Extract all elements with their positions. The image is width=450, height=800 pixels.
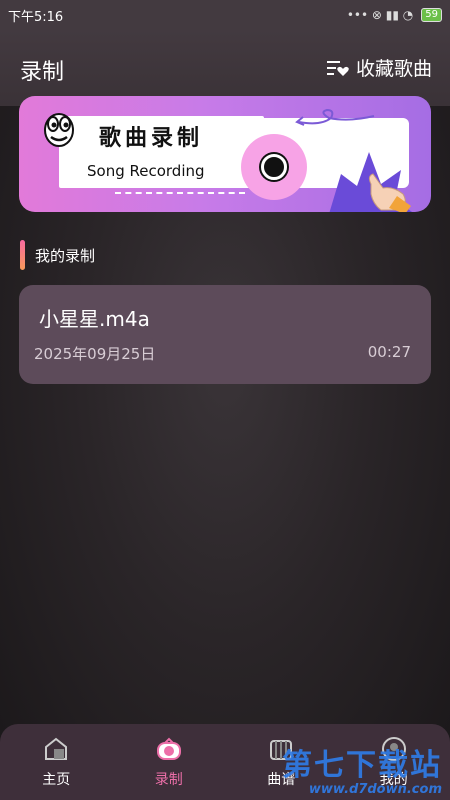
tab-home[interactable]: 主页: [11, 735, 101, 789]
recording-date: 2025年09月25日: [34, 345, 156, 363]
favorite-songs-label: 收藏歌曲: [355, 58, 432, 80]
swirl-arrow-icon: [295, 108, 375, 126]
banner-title: 歌曲录制: [99, 126, 204, 151]
status-bar: 下午5:16 ••• ⊗ ▮▮ ◔ 59: [0, 0, 450, 30]
smiley-face-icon: [44, 113, 74, 147]
tab-record[interactable]: 录制: [124, 735, 214, 789]
playlist-heart-icon: [326, 60, 349, 76]
recording-item[interactable]: 小星星.m4a 2025年09月25日 00:27: [19, 285, 431, 384]
pointing-hand-icon: [329, 152, 413, 212]
status-icons: ••• ⊗ ▮▮ ◔ 59: [347, 8, 442, 22]
page-title: 录制: [20, 60, 65, 85]
status-time: 下午5:16: [8, 9, 64, 25]
song-recording-banner[interactable]: 歌曲录制 Song Recording: [19, 96, 431, 212]
watermark-main: 第七下载站: [282, 748, 442, 783]
recording-duration: 00:27: [367, 343, 411, 361]
tab-home-label: 主页: [42, 772, 71, 788]
recording-name: 小星星.m4a: [39, 307, 150, 331]
record-icon: [156, 737, 181, 760]
watermark-url: www.d7down.com: [308, 782, 442, 797]
my-recordings-section: 我的录制: [20, 240, 95, 270]
status-indicator-icons: ••• ⊗ ▮▮ ◔: [346, 8, 414, 22]
home-icon: [45, 737, 68, 760]
vinyl-disc-icon: [241, 134, 307, 200]
favorite-songs-button[interactable]: 收藏歌曲: [326, 54, 432, 81]
section-accent-bar: [20, 240, 25, 270]
battery-icon: 59: [421, 8, 442, 22]
watermark: 第七下载站 www.d7down.com: [282, 740, 442, 797]
section-title: 我的录制: [35, 246, 96, 265]
tab-record-label: 录制: [154, 772, 183, 788]
banner-dashed-line: [115, 192, 245, 194]
banner-subtitle: Song Recording: [87, 162, 205, 180]
